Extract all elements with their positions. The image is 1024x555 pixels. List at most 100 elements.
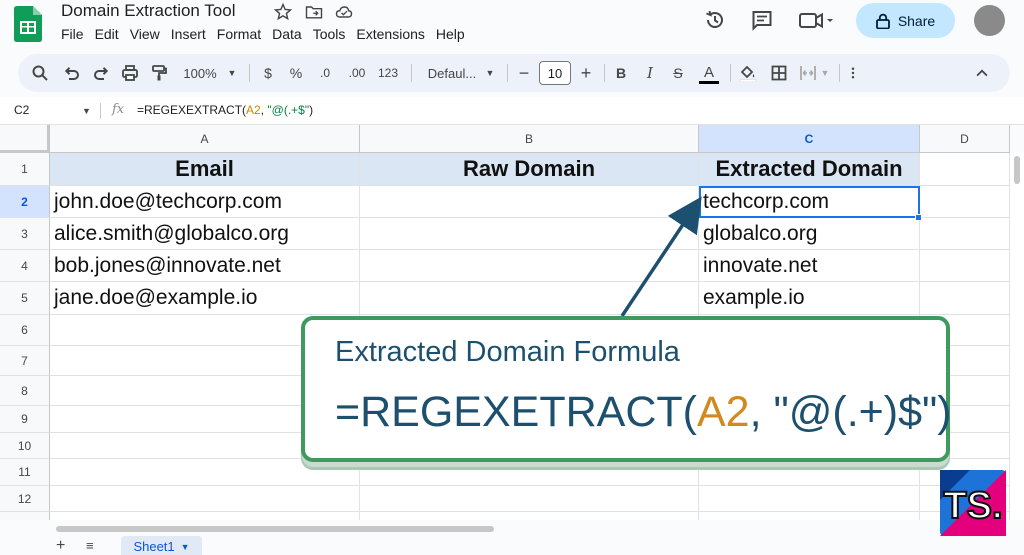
- column-header-c[interactable]: C: [699, 125, 920, 153]
- meet-icon[interactable]: [798, 8, 836, 32]
- cell-b12[interactable]: [360, 486, 699, 512]
- cell-b13[interactable]: [360, 512, 699, 520]
- merge-cells-icon[interactable]: [798, 63, 818, 83]
- strikethrough-button[interactable]: S: [669, 63, 687, 83]
- cell-c4[interactable]: innovate.net: [699, 250, 920, 282]
- row-header-1[interactable]: 1: [0, 153, 50, 186]
- menu-insert[interactable]: Insert: [171, 26, 206, 42]
- vertical-scrollbar[interactable]: [1010, 153, 1024, 520]
- menu-tools[interactable]: Tools: [313, 26, 346, 42]
- cell-d5[interactable]: [920, 282, 1010, 315]
- cell-b3[interactable]: [360, 218, 699, 250]
- cell-c12[interactable]: [699, 486, 920, 512]
- row-header-10[interactable]: 10: [0, 433, 50, 459]
- cell-d2[interactable]: [920, 186, 1010, 218]
- increase-font-size-icon[interactable]: +: [578, 63, 594, 83]
- sheet-tab-caret-icon[interactable]: ▼: [181, 542, 190, 552]
- row-header-4[interactable]: 4: [0, 250, 50, 282]
- name-box[interactable]: C2: [14, 103, 29, 117]
- select-all-corner[interactable]: [0, 125, 50, 153]
- all-sheets-button[interactable]: ≡: [86, 538, 94, 553]
- cell-a2[interactable]: john.doe@techcorp.com: [50, 186, 360, 218]
- borders-icon[interactable]: [769, 63, 789, 83]
- vertical-scroll-thumb[interactable]: [1014, 156, 1020, 184]
- redo-icon[interactable]: [91, 63, 111, 83]
- increase-decimal-button[interactable]: .00: [343, 63, 371, 83]
- row-header-2[interactable]: 2: [0, 186, 50, 218]
- cell-b2[interactable]: [360, 186, 699, 218]
- font-size-input[interactable]: 10: [539, 61, 571, 85]
- more-options-icon[interactable]: [846, 63, 860, 83]
- cell-a1[interactable]: Email: [50, 153, 360, 186]
- cell-b11[interactable]: [360, 459, 699, 486]
- row-header-6[interactable]: 6: [0, 315, 50, 346]
- formula-input[interactable]: =REGEXEXTRACT(A2, "@(.+$"): [137, 103, 313, 117]
- column-header-a[interactable]: A: [50, 125, 360, 153]
- cell-d4[interactable]: [920, 250, 1010, 282]
- sheets-logo-icon[interactable]: [14, 6, 42, 42]
- merge-caret-icon[interactable]: ▼: [820, 63, 830, 83]
- cell-b1[interactable]: Raw Domain: [360, 153, 699, 186]
- decrease-font-size-icon[interactable]: −: [516, 63, 532, 83]
- decrease-decimal-button[interactable]: .0: [313, 63, 337, 83]
- row-header-5[interactable]: 5: [0, 282, 50, 315]
- row-header-7[interactable]: 7: [0, 346, 50, 376]
- cell-a13[interactable]: [50, 512, 360, 520]
- font-caret-icon[interactable]: ▼: [485, 63, 495, 83]
- cell-a11[interactable]: [50, 459, 360, 486]
- cell-b4[interactable]: [360, 250, 699, 282]
- menu-extensions[interactable]: Extensions: [356, 26, 424, 42]
- cell-c5[interactable]: example.io: [699, 282, 920, 315]
- menu-file[interactable]: File: [61, 26, 84, 42]
- menu-edit[interactable]: Edit: [95, 26, 119, 42]
- document-title[interactable]: Domain Extraction Tool: [61, 1, 236, 21]
- search-menus-icon[interactable]: [30, 63, 50, 83]
- cell-b5[interactable]: [360, 282, 699, 315]
- fill-color-icon[interactable]: [738, 63, 758, 83]
- text-color-button[interactable]: A: [699, 63, 719, 84]
- italic-button[interactable]: I: [641, 63, 659, 83]
- menu-view[interactable]: View: [130, 26, 160, 42]
- row-header-13[interactable]: 13: [0, 512, 50, 520]
- row-header-3[interactable]: 3: [0, 218, 50, 250]
- menu-data[interactable]: Data: [272, 26, 302, 42]
- move-to-folder-icon[interactable]: [304, 2, 324, 22]
- cell-a5[interactable]: jane.doe@example.io: [50, 282, 360, 315]
- user-avatar[interactable]: [974, 5, 1005, 36]
- sheet-tab-sheet1[interactable]: Sheet1 ▼: [121, 536, 202, 555]
- zoom-select[interactable]: 100%: [180, 63, 220, 83]
- zoom-caret-icon[interactable]: ▼: [227, 63, 237, 83]
- column-header-b[interactable]: B: [360, 125, 699, 153]
- column-header-d[interactable]: D: [920, 125, 1010, 153]
- bold-button[interactable]: B: [612, 63, 630, 83]
- cell-d1[interactable]: [920, 153, 1010, 186]
- font-select[interactable]: Defaul...: [422, 63, 482, 83]
- undo-icon[interactable]: [62, 63, 82, 83]
- fill-handle[interactable]: [915, 214, 922, 221]
- cell-c13[interactable]: [699, 512, 920, 520]
- currency-format-button[interactable]: $: [259, 63, 277, 83]
- collapse-toolbar-icon[interactable]: [974, 63, 990, 83]
- cell-d3[interactable]: [920, 218, 1010, 250]
- print-icon[interactable]: [120, 63, 140, 83]
- row-header-8[interactable]: 8: [0, 376, 50, 406]
- cell-c2[interactable]: techcorp.com: [699, 186, 920, 218]
- name-box-caret-icon[interactable]: ▼: [82, 106, 91, 116]
- percent-format-button[interactable]: %: [287, 63, 305, 83]
- cloud-saved-icon[interactable]: [334, 2, 354, 22]
- horizontal-scroll-thumb[interactable]: [56, 526, 494, 532]
- share-button[interactable]: Share: [856, 3, 955, 38]
- cell-a4[interactable]: bob.jones@innovate.net: [50, 250, 360, 282]
- row-header-9[interactable]: 9: [0, 406, 50, 433]
- row-header-12[interactable]: 12: [0, 486, 50, 512]
- menu-help[interactable]: Help: [436, 26, 465, 42]
- add-sheet-button[interactable]: +: [56, 537, 65, 555]
- cell-a3[interactable]: alice.smith@globalco.org: [50, 218, 360, 250]
- number-format-button[interactable]: 123: [376, 63, 400, 83]
- cell-c3[interactable]: globalco.org: [699, 218, 920, 250]
- cell-c11[interactable]: [699, 459, 920, 486]
- star-icon[interactable]: [273, 2, 293, 22]
- menu-format[interactable]: Format: [217, 26, 261, 42]
- cell-a12[interactable]: [50, 486, 360, 512]
- row-header-11[interactable]: 11: [0, 459, 50, 486]
